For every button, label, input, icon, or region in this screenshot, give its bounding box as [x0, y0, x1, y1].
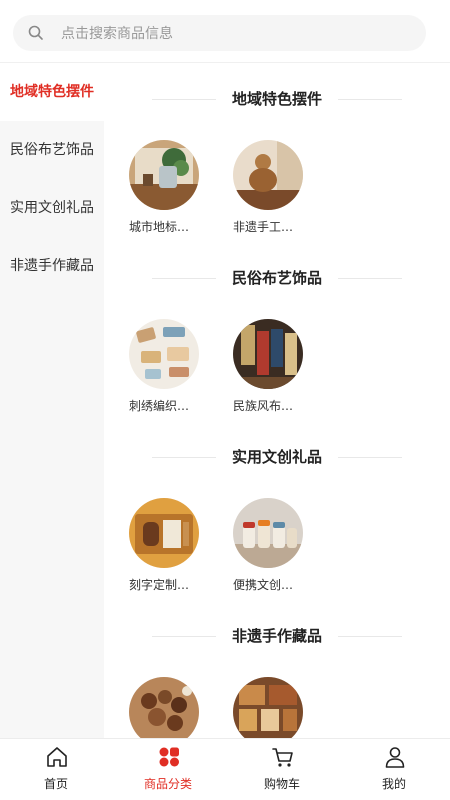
section-title-text: 地域特色摆件 — [231, 90, 322, 108]
title-divider — [152, 99, 216, 100]
product-name: 刺绣编织… — [129, 399, 190, 413]
section-title-text: 民俗布艺饰品 — [231, 269, 322, 287]
category-icon — [159, 747, 179, 767]
product-name: 便携文创… — [233, 578, 294, 592]
product-name: 刻字定制… — [129, 578, 190, 592]
product-image-engraved-gift — [129, 498, 199, 568]
title-divider — [338, 636, 402, 637]
tab-home[interactable]: 首页 — [0, 739, 112, 800]
title-divider — [152, 457, 216, 458]
product-card[interactable] — [129, 677, 209, 738]
product-image-wooden-beads — [129, 677, 199, 738]
product-card[interactable]: 民族风布… — [233, 319, 313, 414]
home-icon — [47, 747, 67, 767]
product-name: 城市地标… — [129, 220, 190, 234]
title-divider — [338, 278, 402, 279]
product-card[interactable]: 刺绣编织… — [129, 319, 209, 414]
title-divider — [152, 278, 216, 279]
product-name: 民族风布… — [233, 399, 294, 413]
product-image-handcraft-figurine — [233, 140, 303, 210]
search-icon — [28, 25, 43, 40]
product-image-embroidery-items — [129, 319, 199, 389]
cart-icon — [272, 748, 293, 767]
title-divider — [152, 636, 216, 637]
search-input[interactable] — [59, 15, 413, 53]
product-card[interactable]: 非遗手工… — [233, 140, 313, 235]
tab-label: 购物车 — [263, 777, 300, 791]
tab-label: 首页 — [43, 777, 68, 791]
search-box[interactable] — [13, 15, 426, 53]
section-title: 非遗手作藏品 — [104, 624, 450, 648]
section-title-text: 实用文创礼品 — [231, 448, 322, 466]
section-title: 民俗布艺饰品 — [104, 266, 450, 290]
title-divider — [338, 99, 402, 100]
product-name: 非遗手工… — [233, 220, 294, 234]
product-card[interactable]: 便携文创… — [233, 498, 313, 593]
tab-label: 商品分类 — [143, 777, 192, 791]
sidebar-item-heritage-collectibles[interactable]: 非遗手作藏品 — [0, 237, 104, 295]
sidebar-item-regional-ornaments[interactable]: 地域特色摆件 — [0, 63, 104, 121]
tab-profile[interactable]: 我的 — [338, 739, 450, 800]
product-card[interactable]: 城市地标… — [129, 140, 209, 235]
product-card[interactable]: 刻字定制… — [129, 498, 209, 593]
product-image-portable-jars — [233, 498, 303, 568]
product-card[interactable] — [233, 677, 313, 738]
section-title: 地域特色摆件 — [104, 87, 450, 111]
tab-category[interactable]: 商品分类 — [112, 739, 224, 800]
user-icon — [385, 747, 405, 768]
search-bar — [0, 0, 450, 63]
tab-label: 我的 — [381, 777, 406, 791]
title-divider — [338, 457, 402, 458]
tab-cart[interactable]: 购物车 — [226, 739, 338, 800]
product-image-collectibles-shelf — [233, 677, 303, 738]
category-content: 地域特色摆件 城市地标… 非遗手工… 民俗布艺饰品 刺绣编织… 民族风布… 实用… — [104, 63, 450, 738]
app-root: 地域特色摆件 民俗布艺饰品 实用文创礼品 非遗手作藏品 地域特色摆件 城市地标… — [0, 0, 450, 800]
category-sidebar: 地域特色摆件 民俗布艺饰品 实用文创礼品 非遗手作藏品 — [0, 63, 104, 738]
product-image-ethnic-fabric — [233, 319, 303, 389]
section-title: 实用文创礼品 — [104, 445, 450, 469]
section-title-text: 非遗手作藏品 — [231, 627, 322, 645]
bottom-tab-bar: 首页 商品分类 购物车 我的 — [0, 738, 450, 800]
sidebar-item-creative-gifts[interactable]: 实用文创礼品 — [0, 179, 104, 237]
product-image-landmark-ornament — [129, 140, 199, 210]
sidebar-item-folk-fabric[interactable]: 民俗布艺饰品 — [0, 121, 104, 179]
